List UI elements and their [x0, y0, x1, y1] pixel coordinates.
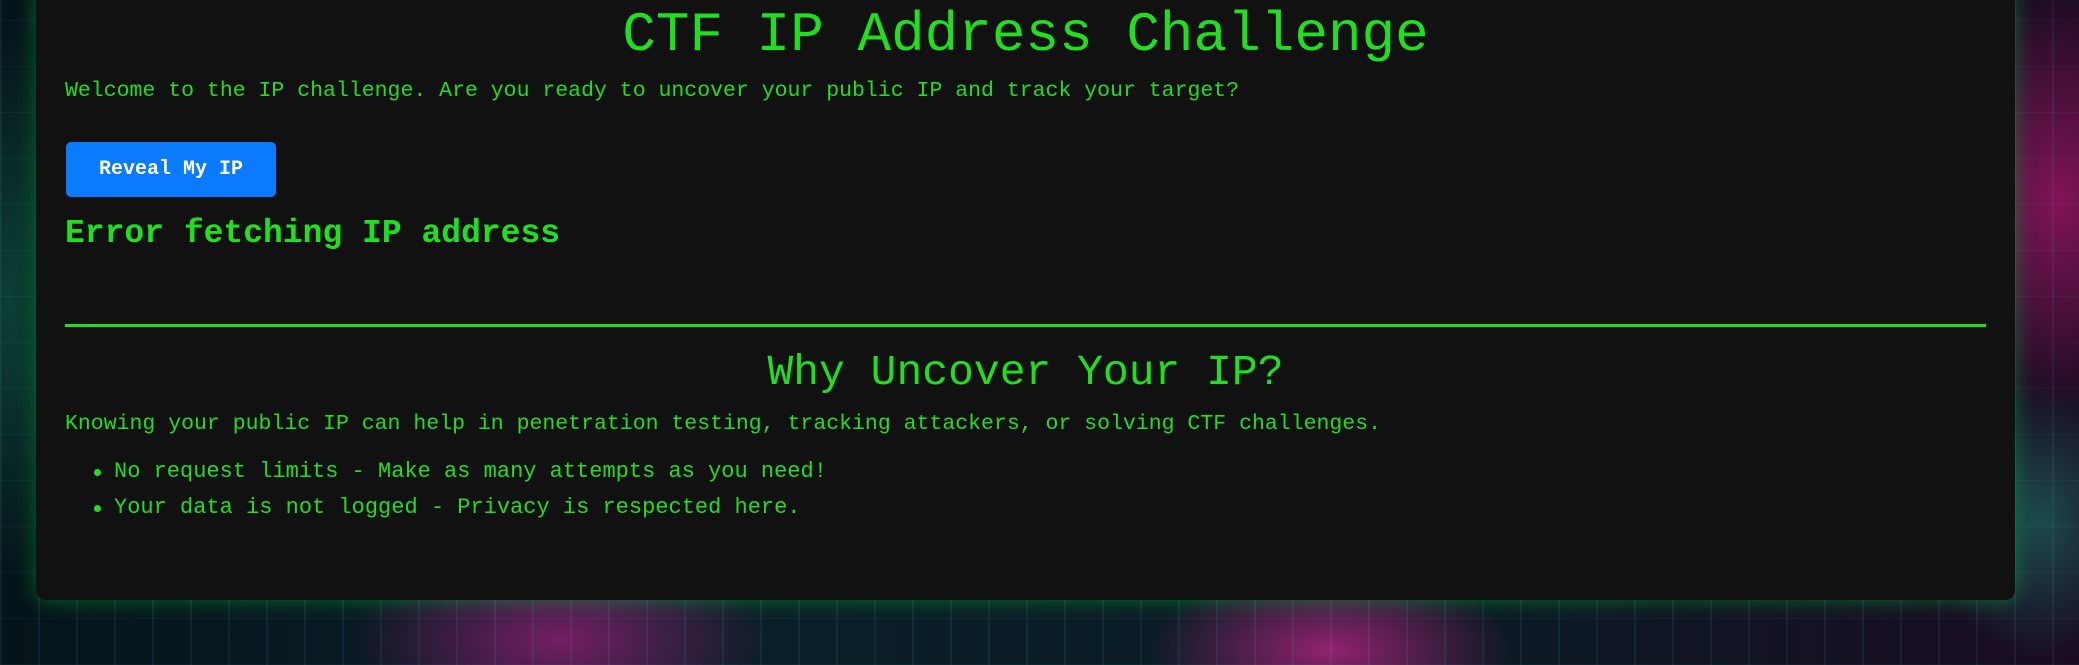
page-title: CTF IP Address Challenge — [622, 3, 1429, 67]
intro-text: Welcome to the IP challenge. Are you rea… — [65, 79, 1240, 103]
reveal-ip-button[interactable]: Reveal My IP — [66, 142, 276, 197]
ip-result-message: Error fetching IP address — [65, 215, 561, 252]
section-divider — [65, 324, 1986, 327]
list-item-text: Your data is not logged - Privacy is res… — [114, 495, 801, 520]
list-item: Your data is not logged - Privacy is res… — [94, 490, 827, 526]
list-item-text: No request limits - Make as many attempt… — [114, 459, 827, 484]
list-item: No request limits - Make as many attempt… — [94, 454, 827, 490]
bullet-icon — [94, 469, 101, 476]
why-section-text: Knowing your public IP can help in penet… — [65, 412, 1382, 436]
challenge-card: CTF IP Address Challenge Welcome to the … — [36, 0, 2015, 600]
why-section-title: Why Uncover Your IP? — [767, 348, 1284, 397]
bullet-icon — [94, 505, 101, 512]
feature-list: No request limits - Make as many attempt… — [94, 454, 827, 526]
